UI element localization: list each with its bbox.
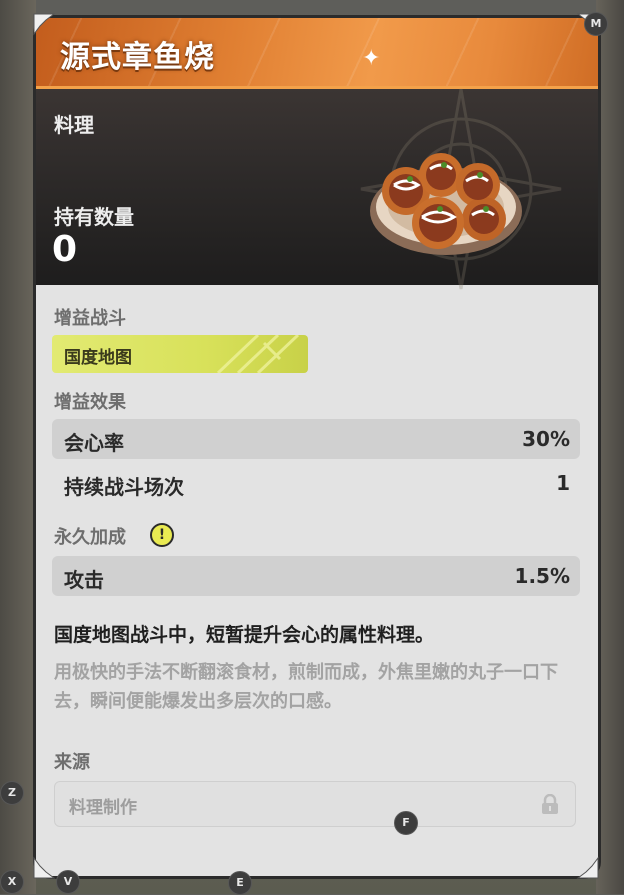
- stat-row: 攻击 1.5%: [52, 556, 580, 596]
- lock-icon: [542, 794, 558, 814]
- key-hint-v[interactable]: V: [56, 870, 80, 894]
- stat-name: 攻击: [64, 568, 104, 592]
- item-category: 料理: [54, 113, 94, 137]
- item-name: 源式章鱼烧: [60, 40, 215, 75]
- item-detail-card: 源式章鱼烧 ✦ 料理 持有数量 0 增益战斗 国度地图 增益效果 会心率 30%…: [36, 18, 598, 876]
- stat-name: 持续战斗场次: [64, 475, 184, 499]
- stat-value: 1.5%: [514, 564, 570, 588]
- takoyaki-image: [370, 153, 522, 255]
- item-flavor-text: 用极快的手法不断翻滚食材，煎制而成，外焦里嫩的丸子一口下去，瞬间便能爆发出多层次…: [54, 662, 558, 712]
- key-hint-x[interactable]: X: [0, 870, 24, 894]
- sparkle-icon: ✦: [362, 46, 381, 71]
- corner-ornament-icon: [33, 856, 56, 879]
- swords-icon: [216, 335, 300, 373]
- background-left: [0, 0, 36, 894]
- key-hint-e[interactable]: E: [228, 871, 252, 895]
- buff-effect-label: 增益效果: [54, 392, 126, 413]
- corner-ornament-icon: [576, 856, 599, 879]
- warning-icon[interactable]: !: [150, 523, 174, 547]
- permanent-bonus-label: 永久加成: [54, 527, 126, 548]
- item-header: 料理 持有数量 0: [36, 88, 598, 290]
- stat-value: 1: [556, 471, 570, 495]
- buff-battle-tag: 国度地图: [52, 335, 308, 373]
- buff-battle-label: 增益战斗: [54, 308, 126, 329]
- owned-count-value: 0: [52, 229, 78, 270]
- stat-row: 会心率 30%: [52, 419, 580, 459]
- owned-count-label: 持有数量: [54, 205, 134, 229]
- corner-ornament-icon: [33, 13, 56, 36]
- key-hint-f[interactable]: F: [394, 811, 418, 835]
- item-description: 国度地图战斗中，短暂提升会心的属性料理。: [54, 624, 435, 646]
- key-hint-m[interactable]: M: [584, 12, 608, 36]
- stat-value: 30%: [522, 427, 570, 451]
- stat-name: 会心率: [64, 431, 124, 455]
- stat-row: 持续战斗场次 1: [52, 463, 580, 503]
- key-hint-z[interactable]: Z: [0, 781, 24, 805]
- buff-battle-tag-label: 国度地图: [64, 348, 132, 368]
- background-right: [596, 0, 624, 894]
- source-entry[interactable]: 料理制作: [54, 781, 576, 827]
- source-entry-label: 料理制作: [69, 798, 137, 818]
- source-label: 来源: [54, 752, 90, 773]
